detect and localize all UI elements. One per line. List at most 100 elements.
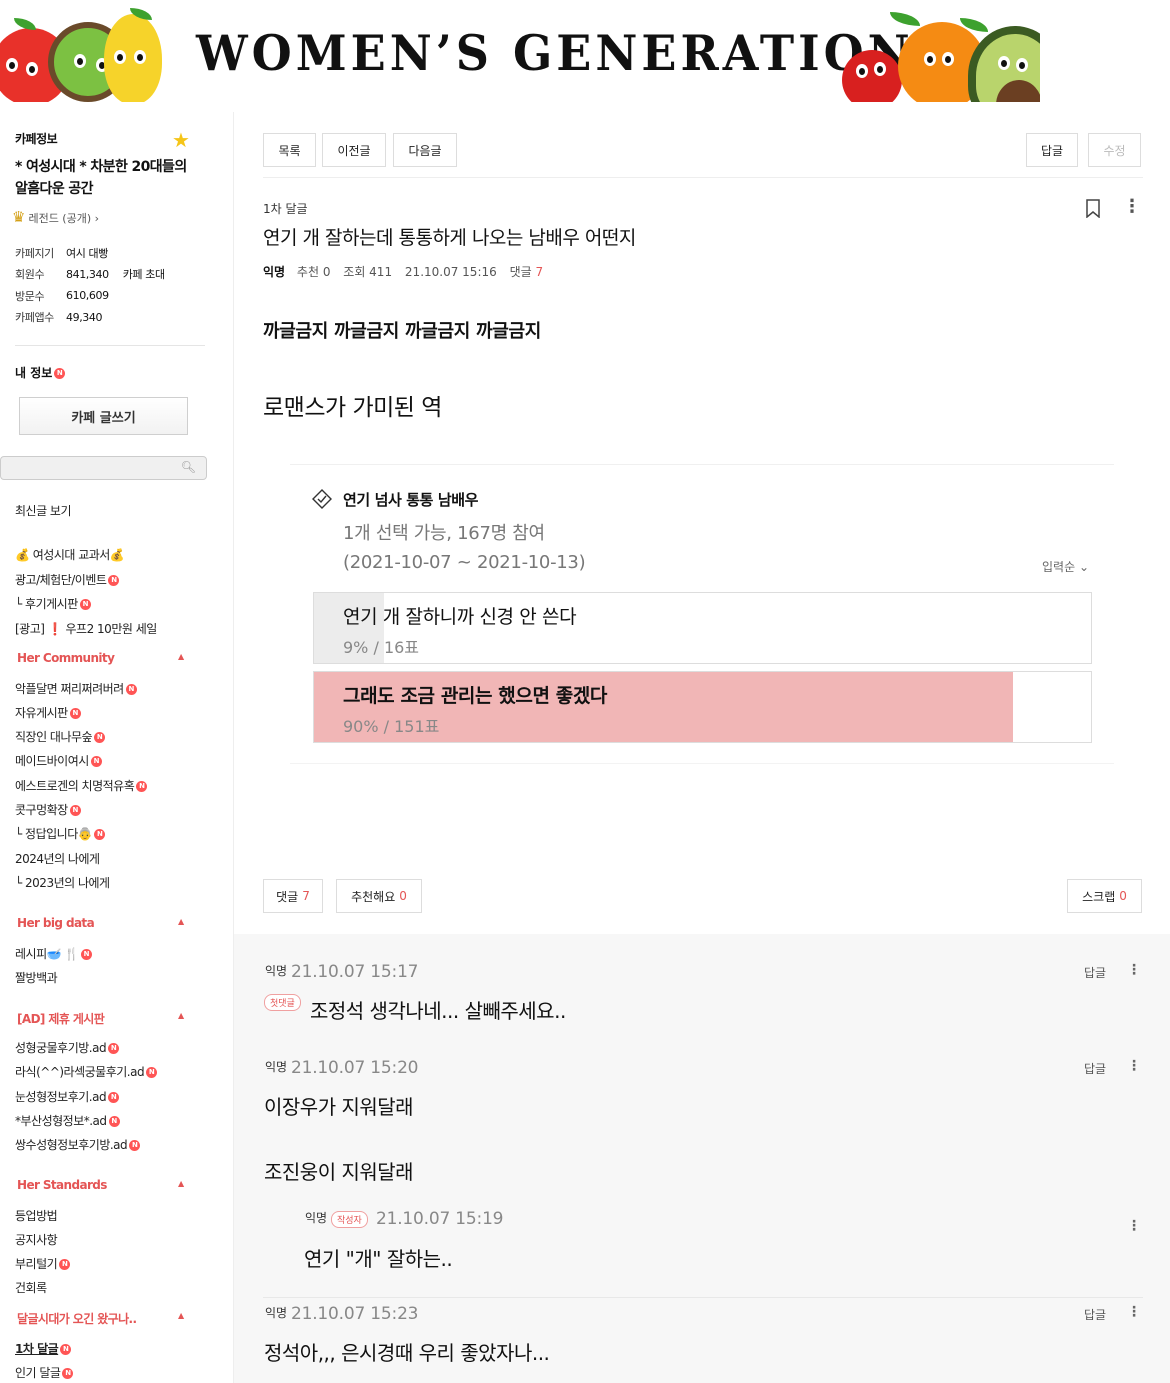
new-badge: N [59, 1259, 71, 1270]
more-options-icon[interactable]: ⋮ [1127, 1058, 1141, 1074]
collapse-icon[interactable]: ▲ [178, 1179, 184, 1188]
stat-value[interactable]: 여시 대빵 [66, 245, 108, 261]
comment-label: 댓글 [509, 265, 532, 279]
comment-author[interactable]: 익명 [265, 962, 287, 979]
list-button[interactable]: 목록 [263, 133, 316, 167]
sidebar-item-ad[interactable]: [광고] ❗ 우프2 10만원 세일 [15, 620, 157, 637]
poll-option[interactable]: 그래도 조금 관리는 했으면 좋겠다 90% / 151표 [313, 671, 1092, 743]
poll-sort-dropdown[interactable]: 입력순 ⌄ [1042, 558, 1089, 575]
stat-key: 카페앱수 [15, 311, 54, 325]
sidebar-item[interactable]: 악플달면 쩌리쩌려버려 N [15, 680, 137, 697]
poll-option-result: 90% / 151표 [343, 717, 440, 736]
sidebar-item[interactable]: 짤방백과 [15, 969, 58, 986]
leaf-illustration [14, 18, 36, 30]
comment-reply-button[interactable]: 답글 [1084, 964, 1106, 981]
sidebar-item-current[interactable]: 1차 달글 N [15, 1340, 72, 1357]
first-comment-badge: 첫댓글 [264, 994, 301, 1011]
invite-link[interactable]: 카페 초대 [123, 266, 165, 282]
section-ad-boards[interactable]: [AD] 제휴 게시판 [17, 1010, 105, 1027]
comment-text: 연기 "개" 잘하는.. [304, 1247, 453, 1271]
search-input[interactable]: 🔍︎ [0, 456, 207, 480]
more-options-icon[interactable]: ⋮ [1127, 1218, 1141, 1234]
comment-author[interactable]: 익명 [265, 1304, 287, 1321]
my-info[interactable]: 내 정보 N [15, 364, 66, 381]
collapse-icon[interactable]: ▲ [178, 652, 184, 661]
scrap-button[interactable]: 스크랩 0 [1067, 879, 1142, 913]
sidebar-item-label: └ 후기게시판 [15, 597, 78, 611]
sidebar-item-label: 짤방백과 [15, 971, 58, 985]
sidebar-item[interactable]: 건회록 [15, 1279, 47, 1296]
stat-row: 회원수 841,340 카페 초대 [15, 264, 165, 286]
sidebar-item[interactable]: 라식(^^)라섹궁물후기.ad N [15, 1063, 158, 1080]
more-options-icon[interactable]: ⋮ [1123, 196, 1141, 217]
sidebar-item[interactable]: 부리털기 N [15, 1255, 71, 1272]
sidebar-item[interactable]: └ 정답입니다👵 N [15, 825, 106, 842]
cafe-stats: 카페지기 여시 대빵 회원수 841,340 카페 초대 방문수 610,609 카페앱… [15, 242, 165, 328]
sidebar-item[interactable]: 인기 달글 N [15, 1364, 74, 1381]
comment-count-value: 7 [535, 265, 544, 279]
new-badge: N [69, 708, 81, 719]
cafe-rank[interactable]: ♛ 레전드 (공개) › [12, 208, 99, 226]
sidebar-item-label: 성형궁물후기방.ad [15, 1041, 107, 1055]
poll-option[interactable]: 연기 개 잘하니까 신경 안 쓴다 9% / 16표 [313, 592, 1092, 664]
sidebar-item[interactable]: 에스트로겐의 치명적유혹 N [15, 777, 148, 794]
sidebar-item[interactable]: 성형궁물후기방.ad N [15, 1039, 120, 1056]
sidebar-item[interactable]: └ 2023년의 나에게 [15, 874, 110, 891]
star-icon[interactable]: ★ [172, 128, 190, 152]
sidebar-item[interactable]: 자유게시판 N [15, 704, 81, 721]
cherry-illustration [842, 50, 902, 102]
sidebar-item[interactable]: 쌍수성형정보후기방.ad N [15, 1136, 141, 1153]
sidebar-item[interactable]: 눈성형정보후기.ad N [15, 1088, 120, 1105]
comments-button[interactable]: 댓글 7 [263, 879, 323, 913]
post-author[interactable]: 익명 [263, 265, 285, 279]
edit-button[interactable]: 수정 [1088, 133, 1141, 167]
write-post-button[interactable]: 카페 글쓰기 [19, 397, 188, 435]
stat-key: 회원수 [15, 268, 45, 282]
comment-date: 21.10.07 15:19 [376, 1209, 504, 1229]
comment-author[interactable]: 익명 [305, 1209, 327, 1226]
sidebar-item[interactable]: 직장인 대나무숲 N [15, 728, 106, 745]
sidebar-item[interactable]: └ 후기게시판 N [15, 595, 91, 612]
comment-divider [263, 1297, 1143, 1298]
new-badge: N [62, 1368, 74, 1379]
reply-button[interactable]: 답글 [1026, 133, 1078, 167]
sidebar-item[interactable]: 레시피🥣 🍴 N [15, 945, 92, 962]
sidebar-item-label: 부리털기 [15, 1257, 58, 1271]
search-icon[interactable]: 🔍︎ [181, 460, 196, 474]
comment-reply-button[interactable]: 답글 [1084, 1306, 1106, 1323]
comment-reply-button[interactable]: 답글 [1084, 1060, 1106, 1077]
collapse-icon[interactable]: ▲ [178, 1311, 184, 1320]
board-name[interactable]: 1차 달글 [263, 200, 308, 217]
sidebar-item[interactable]: 콧구멍확장 N [15, 801, 81, 818]
sidebar-item[interactable]: 메이드바이여시 N [15, 752, 102, 769]
sidebar-item[interactable]: 등업방법 [15, 1207, 58, 1224]
comment-text: 정석아,,, 은시경때 우리 좋았자나... [264, 1341, 550, 1365]
more-options-icon[interactable]: ⋮ [1127, 1304, 1141, 1320]
new-badge: N [90, 756, 102, 767]
comment-count[interactable]: 댓글 7 [510, 265, 544, 279]
sidebar-item[interactable]: 2024년의 나에게 [15, 850, 100, 867]
new-badge: N [108, 575, 120, 586]
sidebar-item[interactable]: 광고/체험단/이벤트 N [15, 571, 120, 588]
section-dalgeul[interactable]: 달글시대가 오긴 왔구나.. [17, 1310, 137, 1327]
recommend-count: 추천 0 [296, 265, 331, 279]
cafe-name[interactable]: * 여성시대 * 차분한 20대들의 알흠다운 공간 [15, 156, 195, 200]
like-button[interactable]: 추천해요 0 [336, 879, 422, 913]
sidebar-item[interactable]: *부산성형정보*.ad N [15, 1112, 120, 1129]
next-post-button[interactable]: 다음글 [393, 133, 457, 167]
comment-date: 21.10.07 15:17 [291, 962, 419, 982]
comment-author[interactable]: 익명 [265, 1058, 287, 1075]
latest-posts-link[interactable]: 최신글 보기 [15, 502, 72, 519]
collapse-icon[interactable]: ▲ [178, 917, 184, 926]
cafe-banner[interactable]: WOMEN’S GENERATION [0, 0, 1040, 102]
sidebar-item[interactable]: 💰 여성시대 교과서💰 [15, 546, 125, 563]
comment-date: 21.10.07 15:23 [291, 1304, 419, 1324]
more-options-icon[interactable]: ⋮ [1127, 962, 1141, 978]
section-her-community[interactable]: Her Community [17, 651, 115, 665]
sidebar-item[interactable]: 공지사항 [15, 1231, 58, 1248]
section-her-standards[interactable]: Her Standards [17, 1178, 107, 1192]
section-her-big-data[interactable]: Her big data [17, 916, 95, 930]
prev-post-button[interactable]: 이전글 [322, 133, 386, 167]
bookmark-icon[interactable] [1086, 199, 1100, 218]
collapse-icon[interactable]: ▲ [178, 1011, 184, 1020]
